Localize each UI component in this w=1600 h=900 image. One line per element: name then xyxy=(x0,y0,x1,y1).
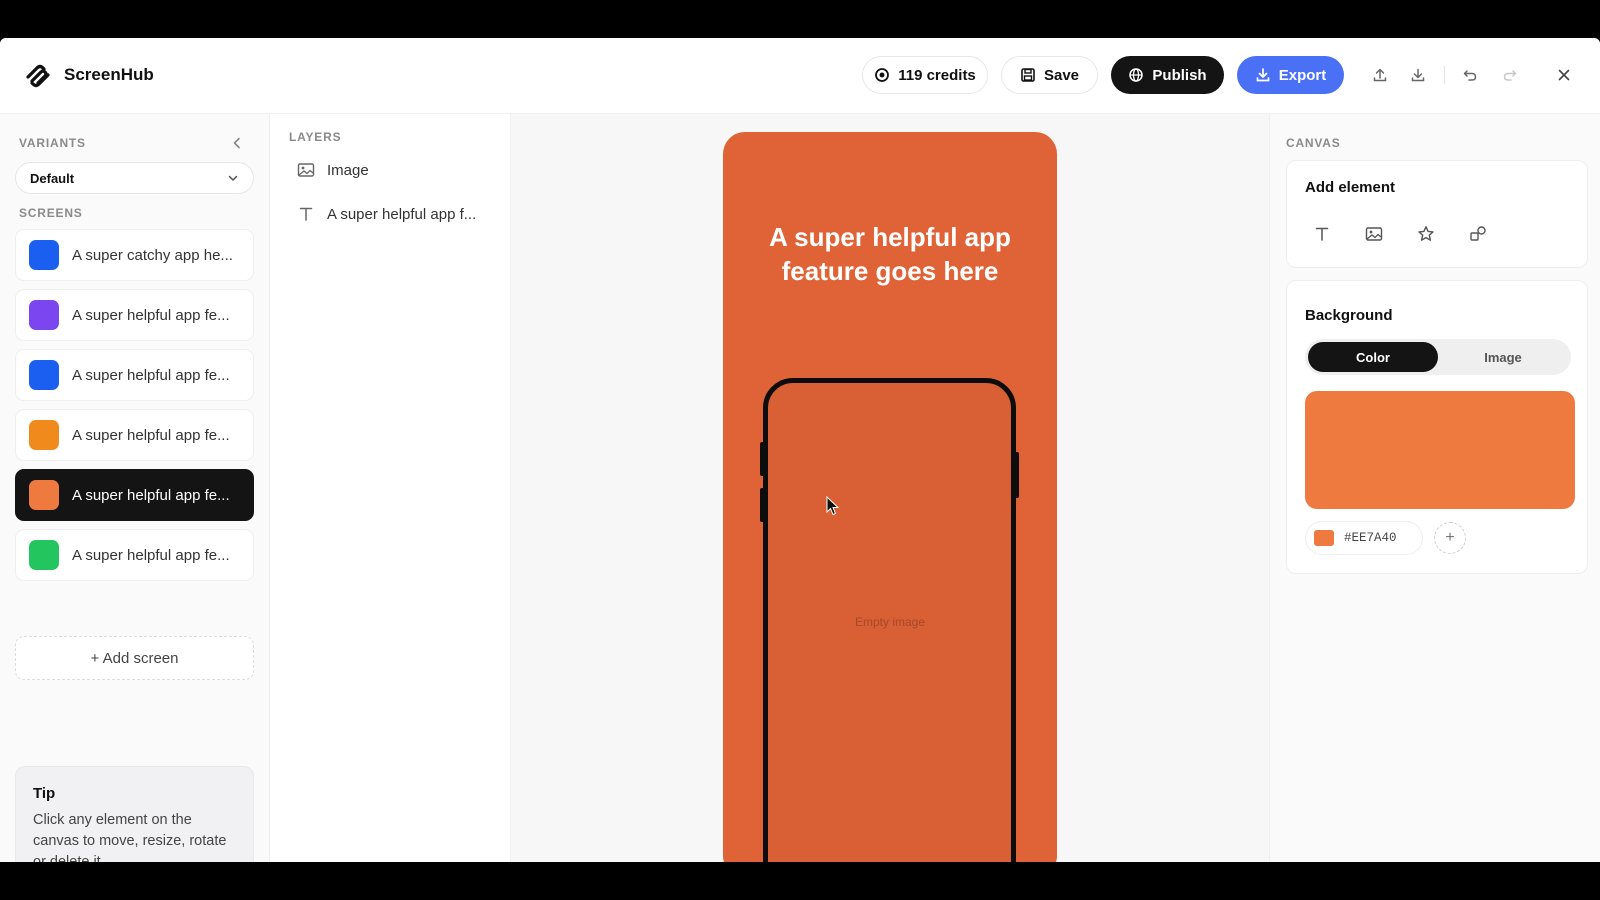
add-screen-button[interactable]: + Add screen xyxy=(15,636,254,680)
screen-item[interactable]: A super helpful app fe... xyxy=(15,349,254,401)
layers-heading: LAYERS xyxy=(289,130,342,144)
mini-color-swatch xyxy=(1314,530,1334,546)
publish-button[interactable]: Publish xyxy=(1111,56,1224,94)
screen-color-swatch xyxy=(29,420,59,450)
right-panel: CANVAS Add element Background Color Imag… xyxy=(1269,114,1600,862)
hex-value: #EE7A40 xyxy=(1344,531,1397,545)
credits-badge[interactable]: 119 credits xyxy=(862,56,988,94)
bg-tab-image[interactable]: Image xyxy=(1438,342,1568,372)
undo-icon[interactable] xyxy=(1461,66,1479,84)
headline-text[interactable]: A super helpful app feature goes here xyxy=(723,220,1057,288)
download-file-icon[interactable] xyxy=(1409,66,1427,84)
save-label: Save xyxy=(1043,66,1080,84)
variant-select[interactable]: Default xyxy=(15,162,254,194)
layers-panel: LAYERS Image A super helpful app f... xyxy=(271,114,511,862)
tip-card: Tip Click any element on the canvas to m… xyxy=(15,766,254,862)
screen-color-swatch xyxy=(29,540,59,570)
collapse-chevron-icon[interactable] xyxy=(230,136,244,150)
screen-item-label: A super helpful app fe... xyxy=(72,486,230,504)
coin-icon xyxy=(875,68,890,82)
screen-item-label: A super helpful app fe... xyxy=(72,546,230,564)
app-name: ScreenHub xyxy=(64,65,154,84)
tip-title: Tip xyxy=(33,785,56,802)
layer-item-label: A super helpful app f... xyxy=(327,205,477,223)
floppy-disk-icon xyxy=(1021,68,1035,82)
image-icon xyxy=(297,161,315,179)
phone-side-button xyxy=(760,442,764,476)
screen-item[interactable]: A super catchy app he... xyxy=(15,229,254,281)
variants-heading: VARIANTS xyxy=(19,136,86,150)
hex-color-input[interactable]: #EE7A40 xyxy=(1305,521,1423,555)
background-title: Background xyxy=(1305,307,1393,324)
credits-label: 119 credits xyxy=(898,66,976,84)
download-icon xyxy=(1256,68,1270,82)
screen-color-swatch xyxy=(29,360,59,390)
empty-image-placeholder: Empty image xyxy=(854,615,926,629)
shapes-icon[interactable] xyxy=(1467,223,1489,245)
star-icon[interactable] xyxy=(1415,223,1437,245)
tip-body: Click any element on the canvas to move,… xyxy=(33,812,227,862)
upload-icon[interactable] xyxy=(1371,66,1389,84)
variant-selected-value: Default xyxy=(30,170,75,186)
screen-item-label: A super helpful app fe... xyxy=(72,366,230,384)
screens-heading: SCREENS xyxy=(19,206,83,220)
globe-icon xyxy=(1129,68,1144,82)
left-sidebar: VARIANTS Default SCREENS A super catchy … xyxy=(0,114,270,862)
background-card: Background Color Image #EE7A40 + xyxy=(1286,280,1588,574)
phone-power-button xyxy=(1015,452,1019,498)
export-label: Export xyxy=(1278,66,1327,84)
save-button[interactable]: Save xyxy=(1001,56,1098,94)
layer-item-text[interactable]: A super helpful app f... xyxy=(297,203,476,225)
add-element-card: Add element xyxy=(1286,160,1588,268)
screen-color-swatch xyxy=(29,300,59,330)
bg-tab-color[interactable]: Color xyxy=(1308,342,1438,372)
screen-item[interactable]: A super helpful app fe... xyxy=(15,409,254,461)
layer-item-image[interactable]: Image xyxy=(297,159,369,181)
app-window: ScreenHub 119 credits Save Publish Expor… xyxy=(0,38,1600,862)
letterbox-top xyxy=(0,0,1600,38)
screen-item[interactable]: A super helpful app fe... xyxy=(15,529,254,581)
redo-icon[interactable] xyxy=(1501,66,1519,84)
layer-item-label: Image xyxy=(327,161,369,179)
toolbar-divider xyxy=(1444,66,1445,84)
add-element-title: Add element xyxy=(1305,179,1396,196)
phone-side-button xyxy=(760,488,764,522)
letterbox-bottom xyxy=(0,862,1600,900)
chevron-down-icon xyxy=(228,175,238,181)
screen-item[interactable]: A super helpful app fe... xyxy=(15,289,254,341)
screen-item-label: A super catchy app he... xyxy=(72,246,233,264)
export-button[interactable]: Export xyxy=(1237,56,1344,94)
screenhub-logo-icon xyxy=(26,64,50,88)
screen-item-label: A super helpful app fe... xyxy=(72,426,230,444)
canvas-heading: CANVAS xyxy=(1286,136,1341,150)
close-icon[interactable] xyxy=(1555,66,1573,84)
text-icon xyxy=(297,205,315,223)
top-bar: ScreenHub 119 credits Save Publish Expor… xyxy=(0,38,1600,114)
mouse-cursor-icon xyxy=(826,496,840,516)
screen-preview[interactable]: A super helpful app feature goes here Em… xyxy=(723,132,1057,862)
screen-item-active[interactable]: A super helpful app fe... xyxy=(15,469,254,521)
publish-label: Publish xyxy=(1152,66,1207,84)
background-color-swatch[interactable] xyxy=(1305,391,1575,509)
image-icon[interactable] xyxy=(1363,223,1385,245)
add-color-button[interactable]: + xyxy=(1434,522,1466,554)
screen-color-swatch xyxy=(29,480,59,510)
background-type-toggle[interactable]: Color Image xyxy=(1305,339,1571,375)
text-icon[interactable] xyxy=(1311,223,1333,245)
screen-color-swatch xyxy=(29,240,59,270)
screen-item-label: A super helpful app fe... xyxy=(72,306,230,324)
canvas-area[interactable]: A super helpful app feature goes here Em… xyxy=(511,114,1269,862)
